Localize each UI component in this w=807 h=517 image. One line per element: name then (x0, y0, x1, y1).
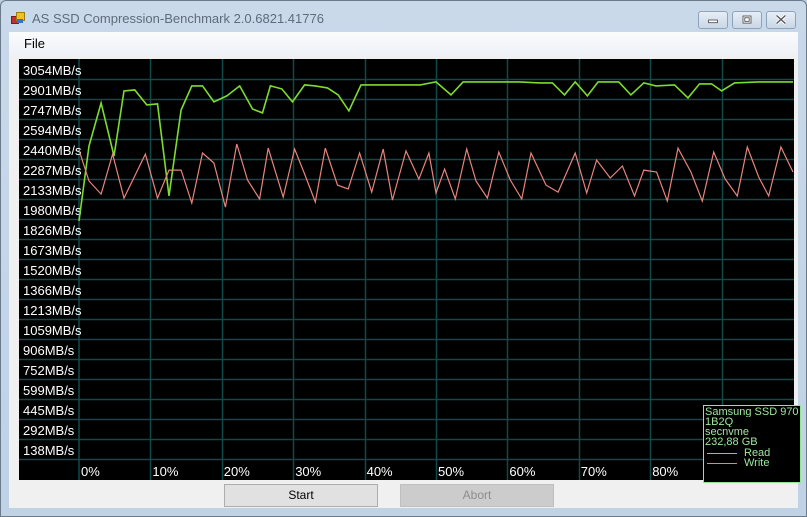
x-tick-label: 70% (581, 464, 607, 479)
close-button[interactable] (766, 11, 796, 29)
legend-write-label: Write (744, 458, 770, 468)
y-tick-label: 3054MB/s (23, 63, 82, 78)
y-tick-label: 752MB/s (23, 363, 75, 378)
y-tick-label: 1673MB/s (23, 243, 82, 258)
x-tick-label: 30% (295, 464, 321, 479)
y-tick-label: 2440MB/s (23, 143, 82, 158)
x-tick-label: 10% (152, 464, 178, 479)
app-icon (11, 12, 25, 24)
menu-bar: File (9, 32, 798, 56)
legend-device: Samsung SSD 970 (705, 407, 799, 417)
chart-svg: 3054MB/s 2901MB/s 2747MB/s 2594MB/s 2440MB/s… (19, 59, 794, 480)
legend-read-label: Read (744, 448, 771, 458)
y-tick-label: 1520MB/s (23, 263, 82, 278)
legend-firmware: 1B2Q (705, 417, 734, 427)
close-icon (775, 14, 787, 25)
y-tick-label: 292MB/s (23, 423, 75, 438)
legend-write-swatch (707, 463, 737, 464)
start-button[interactable]: Start (224, 484, 378, 507)
legend-driver: secnvme (705, 427, 750, 437)
menu-file[interactable]: File (24, 36, 45, 51)
title-bar[interactable]: AS SSD Compression-Benchmark 2.0.6821.41… (1, 1, 807, 33)
y-tick-label: 1213MB/s (23, 303, 82, 318)
client-area: File 3054MB/s 2901MB/s 2747MB/s 2594MB/s 244… (9, 32, 801, 508)
window-title: AS SSD Compression-Benchmark 2.0.6821.41… (32, 11, 324, 26)
maximize-button[interactable] (732, 11, 762, 29)
y-tick-label: 1980MB/s (23, 203, 82, 218)
y-tick-label: 2747MB/s (23, 103, 82, 118)
y-tick-label: 2594MB/s (23, 123, 82, 138)
y-tick-label: 2901MB/s (23, 83, 82, 98)
y-tick-label: 906MB/s (23, 343, 75, 358)
y-tick-label: 1059MB/s (23, 323, 82, 338)
x-tick-label: 80% (652, 464, 678, 479)
y-tick-label: 1366MB/s (23, 283, 82, 298)
minimize-icon (708, 19, 718, 24)
y-tick-label: 2133MB/s (23, 183, 82, 198)
x-tick-label: 40% (367, 464, 393, 479)
maximize-icon (742, 15, 752, 24)
y-tick-label: 2287MB/s (23, 163, 82, 178)
minimize-button[interactable] (698, 11, 728, 29)
x-tick-label: 50% (438, 464, 464, 479)
y-tick-label: 599MB/s (23, 383, 75, 398)
legend-capacity: 232,88 GB (705, 437, 758, 447)
abort-button: Abort (400, 484, 554, 507)
legend-read-swatch (707, 453, 737, 454)
y-tick-label: 1826MB/s (23, 223, 82, 238)
y-tick-label: 445MB/s (23, 403, 75, 418)
chart-legend: Samsung SSD 970 1B2Q secnvme 232,88 GB R… (703, 405, 801, 483)
x-tick-label: 20% (224, 464, 250, 479)
x-tick-label: 0% (81, 464, 100, 479)
app-window: AS SSD Compression-Benchmark 2.0.6821.41… (0, 0, 807, 517)
x-tick-label: 60% (509, 464, 535, 479)
benchmark-chart: 3054MB/s 2901MB/s 2747MB/s 2594MB/s 2440MB/s… (19, 59, 801, 483)
y-tick-label: 138MB/s (23, 443, 75, 458)
